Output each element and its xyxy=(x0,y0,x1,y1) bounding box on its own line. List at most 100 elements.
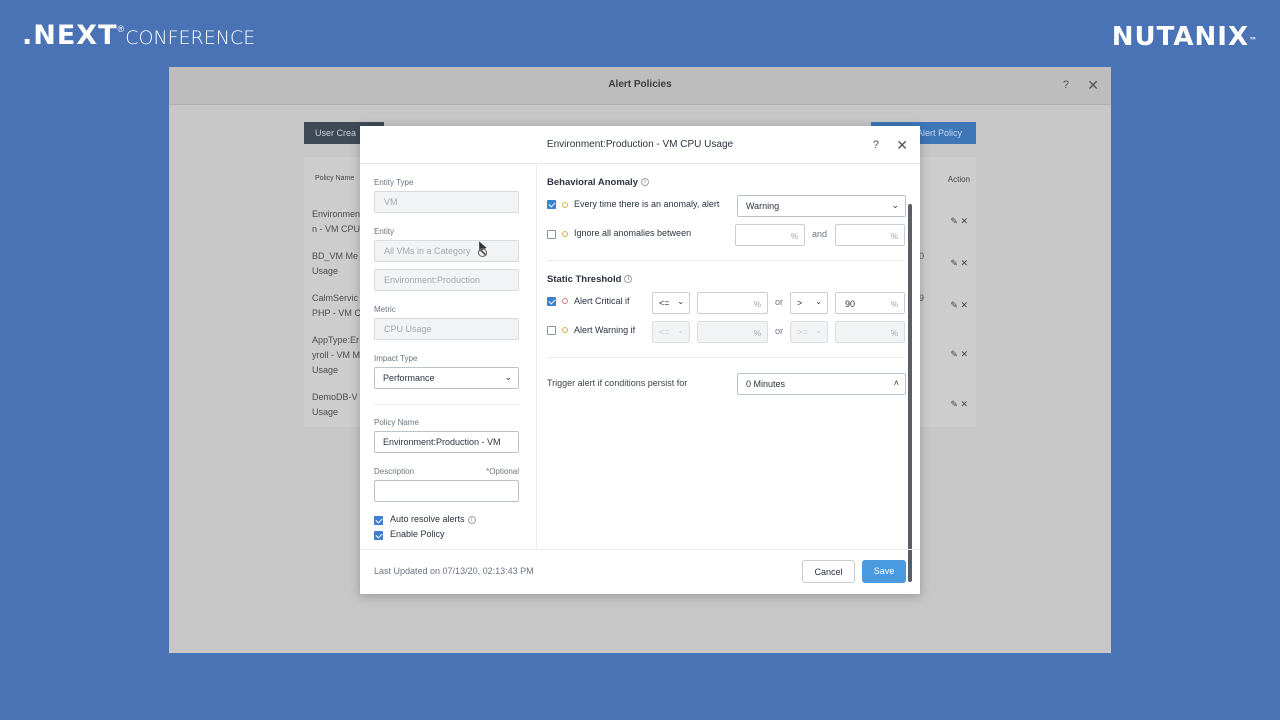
ignore-anomalies-label: Ignore all anomalies between xyxy=(574,228,692,238)
impact-type-value: Performance xyxy=(383,373,435,383)
registered-mark: ® xyxy=(117,24,125,34)
info-icon[interactable]: i xyxy=(640,178,649,187)
operator-value: <= xyxy=(659,327,670,337)
trigger-persist-label: Trigger alert if conditions persist for xyxy=(547,378,688,388)
threshold-panel: Behavioral Anomaly i Every time there is … xyxy=(537,164,914,582)
divider xyxy=(547,357,904,358)
description-label: Description xyxy=(374,467,415,476)
percent-unit: % xyxy=(890,232,898,241)
operator-value: <= xyxy=(659,298,670,308)
chevron-down-icon: ⌄ xyxy=(677,297,684,306)
behavioral-anomaly-title: Behavioral Anomaly i xyxy=(547,177,649,188)
entity-category-field: Environment:Production xyxy=(374,269,519,291)
next-conference-logo: .NEXT ® CONFERENCE xyxy=(22,20,255,51)
row-actions[interactable]: ✎ ✕ xyxy=(950,349,968,360)
divider xyxy=(547,260,904,261)
chevron-down-icon: ⌄ xyxy=(677,326,684,335)
description-input[interactable] xyxy=(374,480,519,502)
info-icon[interactable]: i xyxy=(624,275,633,284)
operator-value: >= xyxy=(797,327,808,337)
policy-name-label: Policy Name xyxy=(374,418,419,427)
metric-field: CPU Usage xyxy=(374,318,519,340)
percent-unit: % xyxy=(753,329,761,338)
ignore-to-input[interactable]: % xyxy=(835,224,905,246)
chevron-down-icon: ⌄ xyxy=(815,297,822,306)
ignore-from-input[interactable]: % xyxy=(735,224,805,246)
entity-type-label: Entity Type xyxy=(374,178,414,187)
scrollbar[interactable] xyxy=(908,204,912,582)
alert-critical-label: Alert Critical if xyxy=(574,296,630,306)
nutanix-logo: NUTANIX™ xyxy=(1112,22,1258,52)
chevron-down-icon: ⌄ xyxy=(815,326,822,335)
row-actions[interactable]: ✎ ✕ xyxy=(950,216,968,227)
next-logo-text: .NEXT xyxy=(22,20,118,51)
divider xyxy=(374,404,519,405)
column-header-action: Action xyxy=(947,175,970,184)
help-icon[interactable]: ? xyxy=(1063,79,1069,91)
info-icon[interactable]: i xyxy=(467,515,476,524)
chevron-down-icon: ⌄ xyxy=(504,372,512,382)
warning-threshold-2-input[interactable]: % xyxy=(835,321,905,343)
percent-unit: % xyxy=(890,300,898,309)
critical-operator-2-select[interactable]: > ⌄ xyxy=(790,292,828,314)
save-button[interactable]: Save xyxy=(862,560,906,583)
every-time-anomaly-checkbox[interactable] xyxy=(547,200,556,209)
conference-text: CONFERENCE xyxy=(125,27,256,49)
percent-unit: % xyxy=(753,300,761,309)
critical-dot-icon xyxy=(562,298,568,304)
warning-operator-1-select[interactable]: <= ⌄ xyxy=(652,321,690,343)
warning-dot-icon xyxy=(562,327,568,333)
entity-label: Entity xyxy=(374,227,395,236)
ignore-anomalies-checkbox[interactable] xyxy=(547,230,556,239)
alert-policies-titlebar: Alert Policies ? ✕ xyxy=(169,67,1111,105)
trademark-mark: ™ xyxy=(1249,36,1258,45)
last-updated-text: Last Updated on 07/13/20, 02:13:43 PM xyxy=(374,566,534,576)
close-icon[interactable]: ✕ xyxy=(1087,77,1099,94)
policy-name-input[interactable]: Environment:Production - VM xyxy=(374,431,519,453)
alert-policy-modal: Environment:Production - VM CPU Usage ? … xyxy=(360,126,920,594)
optional-label: *Optional xyxy=(486,467,519,476)
alert-policies-title: Alert Policies xyxy=(608,79,672,90)
modal-title: Environment:Production - VM CPU Usage xyxy=(546,139,734,150)
trigger-duration-value: 0 Minutes xyxy=(746,379,786,389)
metric-label: Metric xyxy=(374,305,396,314)
row-actions[interactable]: ✎ ✕ xyxy=(950,258,968,269)
every-time-anomaly-label: Every time there is an anomaly, alert xyxy=(574,199,720,209)
or-label: or xyxy=(775,326,784,336)
percent-unit: % xyxy=(790,232,798,241)
help-icon[interactable]: ? xyxy=(873,139,879,151)
close-icon[interactable]: ✕ xyxy=(896,137,908,154)
impact-type-select[interactable]: Performance ⌄ xyxy=(374,367,519,389)
chevron-down-icon: ⌄ xyxy=(891,200,899,210)
auto-resolve-label: Auto resolve alerts i xyxy=(390,514,476,524)
and-label: and xyxy=(812,229,828,239)
or-label: or xyxy=(775,297,784,307)
auto-resolve-text: Auto resolve alerts xyxy=(390,514,465,524)
static-threshold-text: Static Threshold xyxy=(547,274,622,285)
critical-operator-1-select[interactable]: <= ⌄ xyxy=(652,292,690,314)
cancel-button[interactable]: Cancel xyxy=(802,560,855,583)
warning-threshold-1-input[interactable]: % xyxy=(697,321,768,343)
behavioral-anomaly-text: Behavioral Anomaly xyxy=(547,177,638,188)
alert-warning-checkbox[interactable] xyxy=(547,326,556,335)
chevron-up-icon: ˄ xyxy=(893,378,899,388)
critical-threshold-1-input[interactable]: % xyxy=(697,292,768,314)
impact-type-label: Impact Type xyxy=(374,354,418,363)
modal-header: Environment:Production - VM CPU Usage ? … xyxy=(360,126,920,164)
row-actions[interactable]: ✎ ✕ xyxy=(950,300,968,311)
alert-critical-checkbox[interactable] xyxy=(547,297,556,306)
warning-dot-icon xyxy=(562,231,568,237)
row-actions[interactable]: ✎ ✕ xyxy=(950,399,968,410)
column-header-policy-name: Policy Name xyxy=(315,175,355,182)
modal-footer: Last Updated on 07/13/20, 02:13:43 PM Ca… xyxy=(360,549,920,594)
entity-type-field: VM xyxy=(374,191,519,213)
auto-resolve-checkbox[interactable] xyxy=(374,516,383,525)
critical-threshold-value: 90 xyxy=(845,299,856,309)
static-threshold-title: Static Threshold i xyxy=(547,274,633,285)
critical-threshold-2-input[interactable]: 90 % xyxy=(835,292,905,314)
warning-operator-2-select[interactable]: >= ⌄ xyxy=(790,321,828,343)
anomaly-severity-select[interactable]: Warning ⌄ xyxy=(737,195,906,217)
trigger-duration-select[interactable]: 0 Minutes ˄ xyxy=(737,373,906,395)
warning-dot-icon xyxy=(562,202,568,208)
enable-policy-checkbox[interactable] xyxy=(374,531,383,540)
